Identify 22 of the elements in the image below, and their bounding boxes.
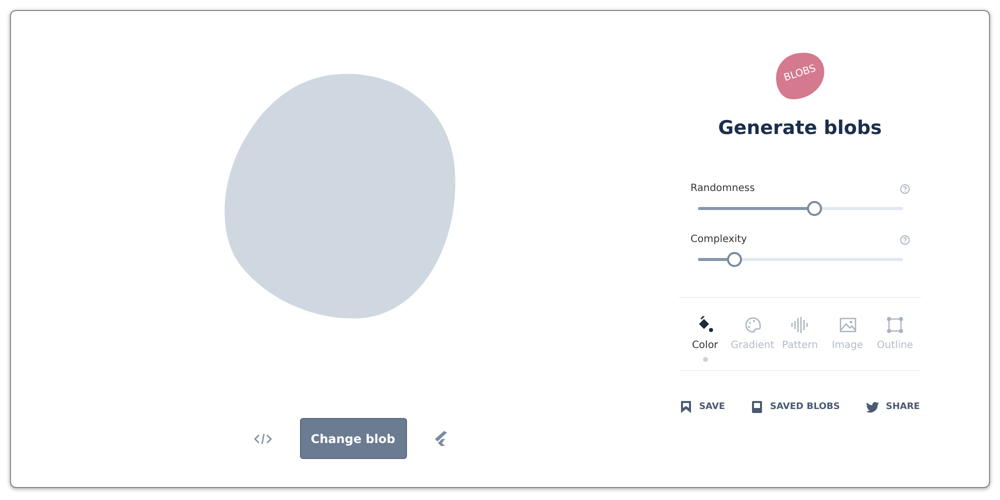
book-icon bbox=[751, 401, 764, 413]
slider-track[interactable] bbox=[698, 201, 902, 216]
image-icon bbox=[838, 316, 856, 334]
palette-icon bbox=[744, 316, 762, 334]
help-icon[interactable] bbox=[900, 184, 910, 194]
code-icon[interactable] bbox=[254, 432, 272, 444]
action-button[interactable]: SHARE bbox=[866, 401, 920, 413]
slider-label: Randomness bbox=[690, 183, 755, 194]
sound-wave-icon bbox=[791, 316, 809, 334]
bookmark-icon bbox=[680, 401, 692, 413]
slider-thumb[interactable] bbox=[807, 201, 822, 216]
help-icon[interactable] bbox=[900, 234, 910, 244]
action-button[interactable]: SAVED BLOBS bbox=[751, 401, 840, 413]
change-blob-button[interactable]: Change blob bbox=[300, 418, 406, 459]
fill-tab[interactable]: Color bbox=[683, 316, 727, 362]
page-title: Generate blobs bbox=[718, 117, 882, 139]
bird-icon bbox=[866, 402, 879, 412]
slider-label: Complexity bbox=[690, 234, 747, 245]
slider-track[interactable] bbox=[698, 252, 902, 267]
slider-thumb[interactable] bbox=[727, 252, 742, 267]
outline-square-icon bbox=[886, 316, 904, 334]
action-button[interactable]: SAVE bbox=[680, 401, 726, 413]
